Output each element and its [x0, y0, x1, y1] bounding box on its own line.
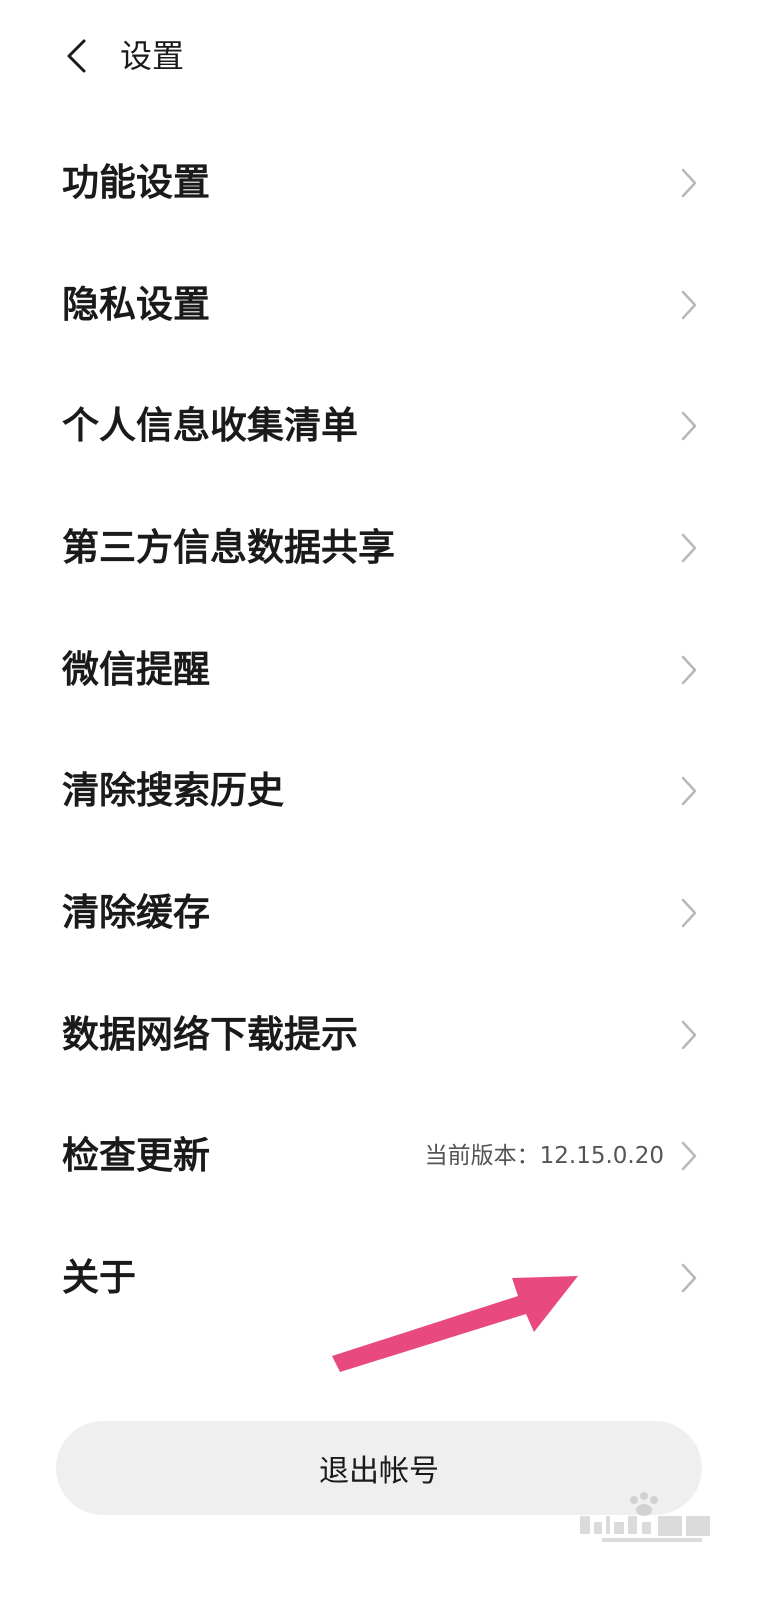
chevron-right-icon: [681, 1142, 697, 1171]
chevron-right-icon: [681, 1020, 697, 1049]
chevron-left-icon: [67, 39, 86, 73]
menu-item-third-party-sharing[interactable]: 第三方信息数据共享: [0, 487, 774, 609]
menu-item-label: 个人信息收集清单: [62, 404, 358, 448]
page-title: 设置: [120, 37, 185, 75]
chevron-right-icon: [681, 290, 697, 319]
menu-item-privacy-settings[interactable]: 隐私设置: [0, 244, 774, 366]
logout-button[interactable]: 退出帐号: [56, 1421, 702, 1515]
menu-item-wechat-reminder[interactable]: 微信提醒: [0, 609, 774, 731]
chevron-right-icon: [681, 168, 697, 198]
chevron-right-icon: [681, 777, 697, 806]
menu-item-label: 隐私设置: [62, 282, 210, 326]
menu-item-label: 清除搜索历史: [62, 769, 284, 813]
menu-item-about[interactable]: 关于: [0, 1217, 774, 1339]
menu-item-label: 微信提醒: [62, 647, 210, 691]
settings-list: 功能设置 隐私设置 个人信息收集清单 第三方信息数据共享 微信提醒 清除搜索历史…: [0, 122, 774, 1339]
menu-item-clear-search-history[interactable]: 清除搜索历史: [0, 730, 774, 852]
menu-item-label: 第三方信息数据共享: [62, 525, 395, 569]
menu-item-function-settings[interactable]: 功能设置: [0, 122, 774, 244]
menu-item-personal-info-list[interactable]: 个人信息收集清单: [0, 365, 774, 487]
version-text: 当前版本：12.15.0.20: [424, 1143, 664, 1170]
menu-item-label: 功能设置: [62, 160, 210, 204]
menu-item-label: 数据网络下载提示: [62, 1012, 358, 1056]
menu-item-clear-cache[interactable]: 清除缓存: [0, 852, 774, 974]
menu-item-label: 检查更新: [62, 1134, 210, 1178]
header: 设置: [0, 0, 774, 112]
back-button[interactable]: [48, 28, 104, 84]
menu-item-label: 关于: [62, 1256, 136, 1300]
chevron-right-icon: [681, 898, 697, 928]
menu-item-check-update[interactable]: 检查更新 当前版本：12.15.0.20: [0, 1096, 774, 1218]
menu-item-label: 清除缓存: [62, 890, 210, 934]
chevron-right-icon: [681, 1263, 697, 1293]
chevron-right-icon: [681, 533, 697, 563]
chevron-right-icon: [681, 655, 697, 684]
chevron-right-icon: [681, 411, 697, 441]
menu-item-data-download-prompt[interactable]: 数据网络下载提示: [0, 974, 774, 1096]
